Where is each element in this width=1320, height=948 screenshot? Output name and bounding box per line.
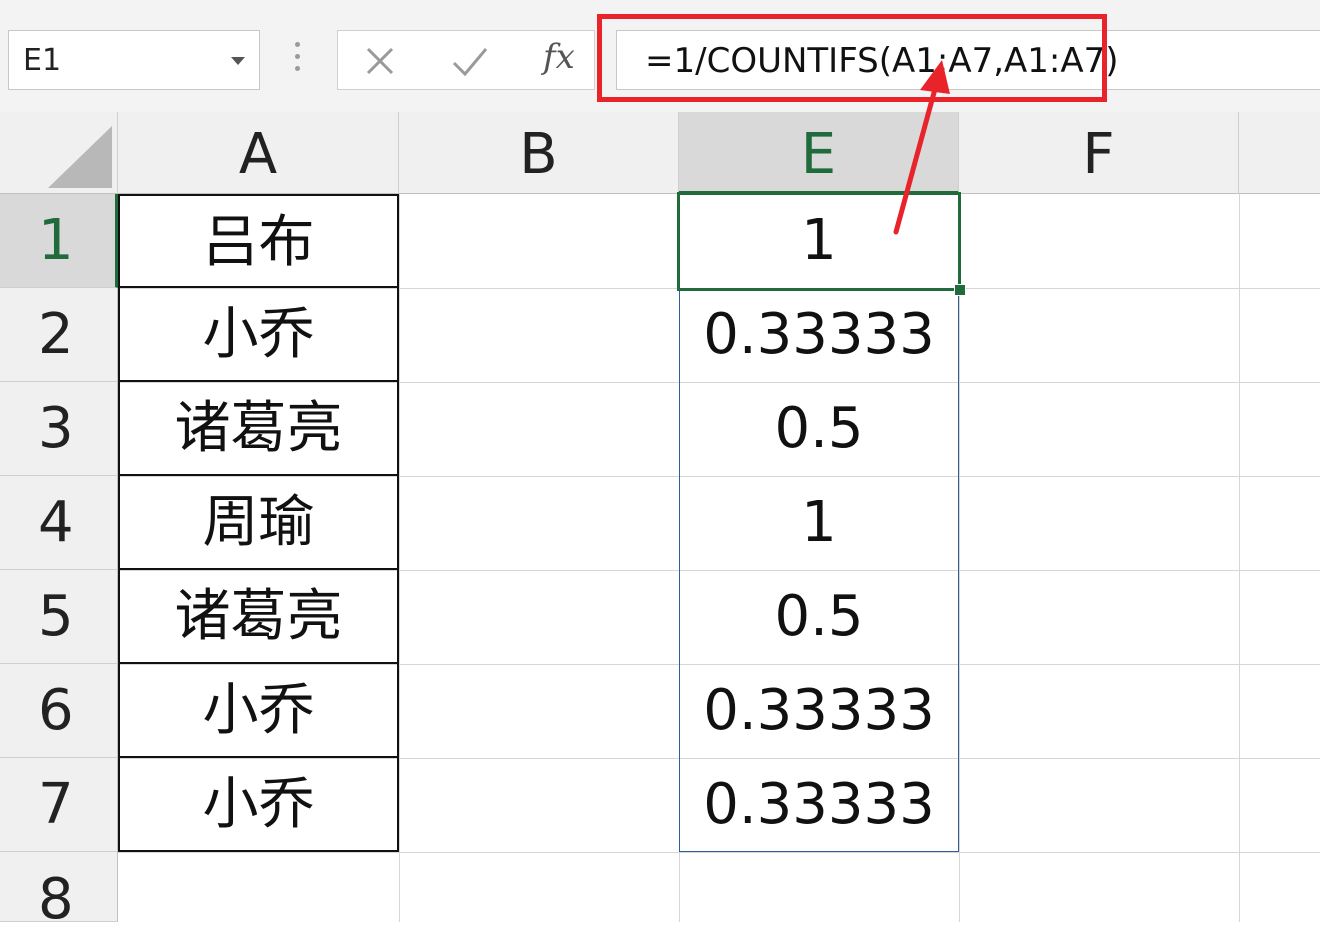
name-box-value: E1 [23, 43, 62, 78]
gridline [1239, 194, 1240, 922]
cell-e2[interactable]: 0.33333 [679, 288, 959, 382]
gridline [959, 194, 960, 922]
cell-a5[interactable]: 诸葛亮 [118, 570, 399, 664]
column-header-a[interactable]: A [118, 112, 399, 194]
row-header-5[interactable]: 5 [0, 570, 118, 664]
row-header-4[interactable]: 4 [0, 476, 118, 570]
gridline [118, 852, 1320, 853]
column-header-g[interactable] [1239, 112, 1320, 194]
highlight-box [597, 14, 1107, 102]
cell-a6[interactable]: 小乔 [118, 664, 399, 758]
cell-a3[interactable]: 诸葛亮 [118, 382, 399, 476]
column-header-f[interactable]: F [959, 112, 1239, 194]
cell-a2[interactable]: 小乔 [118, 288, 399, 382]
select-all-triangle-icon [48, 126, 112, 188]
gridline [399, 194, 400, 922]
fx-icon[interactable]: fx [543, 37, 575, 77]
row-header-6[interactable]: 6 [0, 664, 118, 758]
cell-e5[interactable]: 0.5 [679, 570, 959, 664]
chevron-down-icon[interactable] [231, 57, 245, 65]
name-box[interactable]: E1 [8, 30, 260, 90]
cell-e7[interactable]: 0.33333 [679, 758, 959, 852]
cell-e4[interactable]: 1 [679, 476, 959, 570]
formula-buttons: fx [337, 30, 595, 90]
fill-handle[interactable] [954, 284, 966, 296]
row-header-1[interactable]: 1 [0, 194, 118, 288]
cell-a1[interactable]: 吕布 [118, 194, 399, 288]
cell-e6[interactable]: 0.33333 [679, 664, 959, 758]
column-header-b[interactable]: B [399, 112, 679, 194]
row-header-3[interactable]: 3 [0, 382, 118, 476]
drag-handle-icon[interactable] [294, 42, 302, 76]
cell-a4[interactable]: 周瑜 [118, 476, 399, 570]
check-icon[interactable] [450, 43, 490, 79]
row-header-8[interactable]: 8 [0, 852, 118, 932]
cell-e3[interactable]: 0.5 [679, 382, 959, 476]
row-header-2[interactable]: 2 [0, 288, 118, 382]
annotation-arrow [893, 60, 950, 235]
row-header-7[interactable]: 7 [0, 758, 118, 852]
x-icon[interactable] [362, 43, 398, 79]
cell-a7[interactable]: 小乔 [118, 758, 399, 852]
